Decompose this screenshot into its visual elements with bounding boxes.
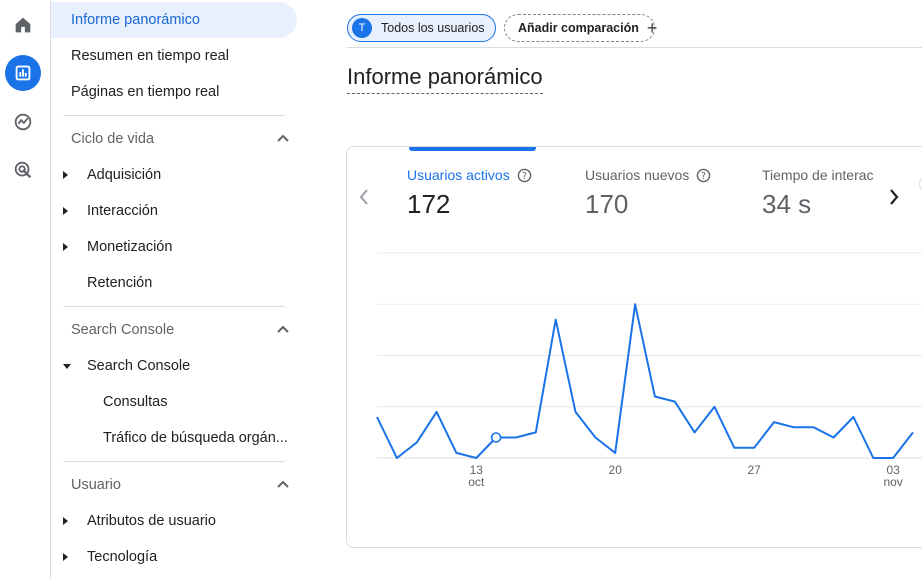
nav-item-label: Atributos de usuario xyxy=(87,513,216,529)
section-title: Search Console xyxy=(71,322,175,338)
nav-item-label: Resumen en tiempo real xyxy=(71,48,229,64)
divider xyxy=(347,47,922,48)
nav-item-realtime-overview[interactable]: Resumen en tiempo real xyxy=(51,38,297,74)
plus-icon: + xyxy=(646,18,658,38)
highlighted-data-point xyxy=(490,432,502,443)
nav-item-user-attributes[interactable]: Atributos de usuario xyxy=(51,503,216,539)
expand-arrow-icon xyxy=(63,207,68,215)
overview-card: Usuarios activos ? 172 Usuarios nuevos ?… xyxy=(346,146,922,548)
chip-label: Añadir comparación xyxy=(518,21,639,35)
section-title: Ciclo de vida xyxy=(71,131,155,147)
x-tick-label: 27 xyxy=(748,463,762,477)
expand-arrow-icon xyxy=(63,517,68,525)
home-icon[interactable] xyxy=(5,7,41,43)
nav-item-label: Consultas xyxy=(103,394,168,410)
nav-item-acquisition[interactable]: Adquisición xyxy=(51,157,161,193)
chevron-up-icon xyxy=(277,480,289,488)
x-tick-month-label: nov xyxy=(883,475,902,489)
left-rail xyxy=(0,0,51,578)
reports-icon[interactable] xyxy=(5,55,41,91)
explore-icon[interactable] xyxy=(5,104,41,140)
advertising-icon[interactable] xyxy=(5,152,41,188)
expand-arrow-icon xyxy=(63,243,68,251)
divider xyxy=(63,461,285,462)
section-user[interactable]: Usuario xyxy=(51,467,296,503)
nav-item-label: Search Console xyxy=(87,358,191,374)
nav-item-retention[interactable]: Retención xyxy=(51,265,152,301)
x-tick-label: 20 xyxy=(609,463,623,477)
nav-item-label: Monetización xyxy=(87,239,173,255)
section-search-console[interactable]: Search Console xyxy=(51,312,296,348)
nav-item-label: Retención xyxy=(87,275,153,291)
nav-item-overview[interactable]: Informe panorámico xyxy=(51,2,297,38)
collapse-arrow-icon xyxy=(63,364,71,369)
active-users-line-chart: 13oct20 27 03nov xyxy=(376,252,922,489)
nav-item-realtime-pages[interactable]: Páginas en tiempo real xyxy=(51,74,297,110)
nav-item-engagement[interactable]: Interacción xyxy=(51,193,158,229)
nav-item-label: Tráfico de búsqueda orgán... xyxy=(103,430,288,446)
report-navigation: Informe panorámico Resumen en tiempo rea… xyxy=(51,0,301,578)
avatar: T xyxy=(352,18,372,38)
divider xyxy=(63,115,285,116)
nav-item-organic-search-traffic[interactable]: Tráfico de búsqueda orgán... xyxy=(51,420,288,456)
expand-arrow-icon xyxy=(63,171,68,179)
nav-item-monetization[interactable]: Monetización xyxy=(51,229,172,265)
divider xyxy=(63,306,285,307)
section-title: Usuario xyxy=(71,477,121,493)
page-title[interactable]: Informe panorámico xyxy=(347,64,543,94)
nav-item-label: Interacción xyxy=(87,203,158,219)
nav-item-label: Tecnología xyxy=(87,549,158,565)
all-users-chip[interactable]: T Todos los usuarios xyxy=(347,14,496,42)
expand-arrow-icon xyxy=(63,553,68,561)
series-line-active-users xyxy=(376,303,914,459)
nav-item-label: Páginas en tiempo real xyxy=(71,84,220,100)
nav-item-label: Informe panorámico xyxy=(71,12,200,28)
x-tick-month-label: oct xyxy=(468,475,485,489)
chevron-up-icon xyxy=(277,134,289,142)
nav-item-label: Adquisición xyxy=(87,167,162,183)
section-lifecycle[interactable]: Ciclo de vida xyxy=(51,121,296,157)
nav-item-queries[interactable]: Consultas xyxy=(51,384,167,420)
chevron-up-icon xyxy=(277,325,289,333)
add-comparison-button[interactable]: Añadir comparación + xyxy=(504,14,658,42)
nav-item-search-console-group[interactable]: Search Console xyxy=(51,348,190,384)
nav-item-technology[interactable]: Tecnología xyxy=(51,539,157,575)
chip-label: Todos los usuarios xyxy=(381,21,485,35)
